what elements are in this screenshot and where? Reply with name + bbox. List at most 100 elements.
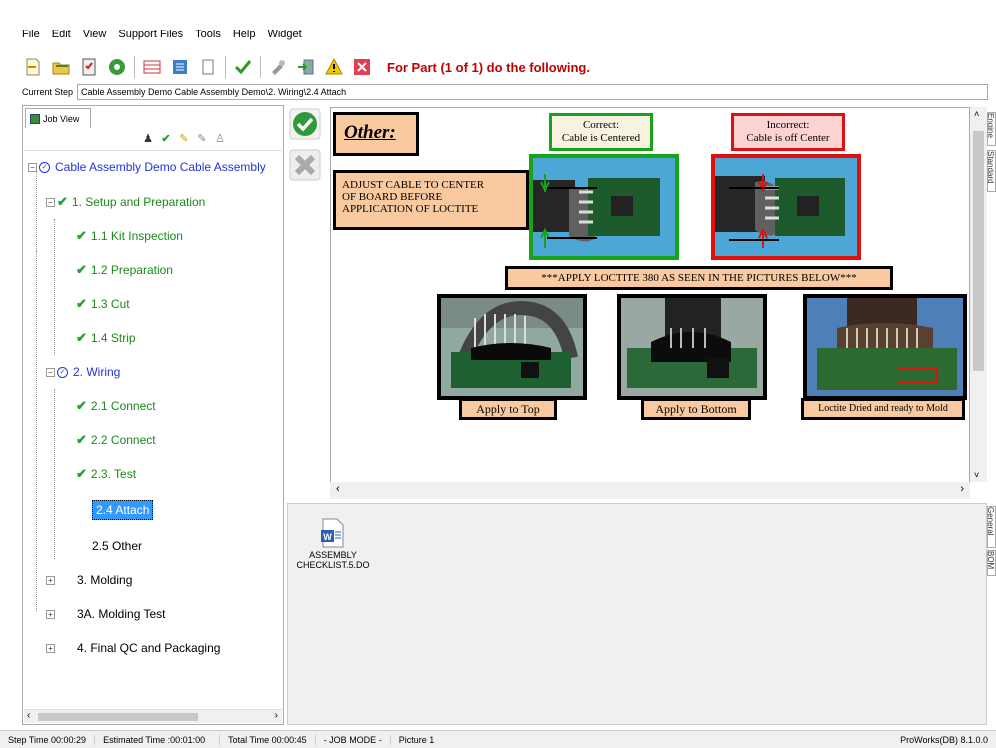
note-icon[interactable]: ✎ bbox=[177, 131, 191, 145]
tab-general[interactable]: General bbox=[987, 506, 996, 548]
part-instruction-text: For Part (1 of 1) do the following. bbox=[387, 59, 590, 75]
attachment-file[interactable]: W ASSEMBLY CHECKLIST.5.DO bbox=[288, 518, 378, 570]
error-report-icon[interactable] bbox=[351, 56, 373, 78]
tree-node-label: 2.2 Connect bbox=[90, 433, 156, 447]
user-icon[interactable]: ♟ bbox=[141, 131, 155, 145]
tree-node-setup[interactable]: − ✔ 1. Setup and Preparation bbox=[46, 191, 205, 213]
open-folder-icon[interactable] bbox=[50, 56, 72, 78]
menu-support-files[interactable]: Support Files bbox=[118, 30, 183, 50]
list-icon[interactable] bbox=[169, 56, 191, 78]
scroll-down-icon[interactable]: ˅ bbox=[974, 470, 979, 480]
svg-text:W: W bbox=[323, 532, 332, 542]
accept-step-button[interactable] bbox=[289, 108, 321, 140]
tree-node-root[interactable]: − ✓ Cable Assembly Demo Cable Assembly bbox=[28, 156, 266, 178]
check-icon[interactable]: ✔ bbox=[159, 131, 173, 145]
tree-node-test[interactable]: ✔ 2.3. Test bbox=[76, 463, 136, 485]
tree-node-connect-2[interactable]: ✔ 2.2 Connect bbox=[76, 429, 156, 451]
tree-node-wiring[interactable]: − ✓ 2. Wiring bbox=[46, 361, 120, 383]
tab-standard[interactable]: Standard bbox=[987, 150, 996, 192]
tree-node-label: 3A. Molding Test bbox=[77, 607, 166, 621]
tree-line bbox=[54, 389, 55, 559]
other-heading-box: Other: bbox=[333, 112, 419, 156]
page-icon[interactable] bbox=[197, 56, 219, 78]
scroll-left-icon[interactable]: ‹ bbox=[27, 710, 30, 721]
person-icon[interactable]: ♙ bbox=[213, 131, 227, 145]
collapse-icon[interactable]: − bbox=[46, 197, 55, 207]
attachment-name-line2: CHECKLIST.5.DO bbox=[296, 560, 370, 570]
adjust-cable-text: ADJUST CABLE TO CENTER OF BOARD BEFORE A… bbox=[342, 179, 485, 215]
settings-icon[interactable] bbox=[106, 56, 128, 78]
table-icon[interactable] bbox=[141, 56, 163, 78]
document-vertical-scrollbar[interactable]: ˄ ˅ bbox=[970, 107, 987, 482]
correct-label: Correct: Cable is Centered bbox=[561, 119, 641, 144]
menu-widget[interactable]: Widget bbox=[267, 30, 301, 50]
in-progress-icon: ✓ bbox=[57, 366, 68, 378]
toolbar: For Part (1 of 1) do the following. bbox=[22, 52, 996, 82]
job-view-icon bbox=[30, 113, 40, 124]
complete-check-icon: ✔ bbox=[76, 296, 87, 311]
tree-node-label: 2. Wiring bbox=[73, 365, 121, 379]
tree-node-kit-inspection[interactable]: ✔ 1.1 Kit Inspection bbox=[76, 225, 183, 247]
incorrect-label-box: Incorrect: Cable is off Center bbox=[731, 113, 845, 151]
checkmark-icon[interactable] bbox=[232, 56, 254, 78]
current-step-bar: Current Step Cable Assembly Demo Cable A… bbox=[22, 83, 996, 101]
scroll-right-icon[interactable]: › bbox=[960, 483, 964, 495]
export-icon[interactable] bbox=[295, 56, 317, 78]
tree-node-preparation[interactable]: ✔ 1.2 Preparation bbox=[76, 259, 173, 281]
tree-node-label: 1.2 Preparation bbox=[90, 263, 173, 277]
tree-node-strip[interactable]: ✔ 1.4 Strip bbox=[76, 327, 136, 349]
toolbar-divider bbox=[134, 56, 135, 78]
correct-label-box: Correct: Cable is Centered bbox=[549, 113, 653, 151]
menu-file[interactable]: File bbox=[22, 30, 40, 50]
loctite-dried-photo bbox=[803, 294, 967, 400]
tree-node-other[interactable]: 2.5 Other bbox=[92, 535, 142, 557]
menu-tools[interactable]: Tools bbox=[195, 30, 221, 50]
version-label: ProWorks(DB) 8.1.0.0 bbox=[900, 734, 988, 745]
tree-node-attach[interactable]: 2.4 Attach bbox=[92, 499, 154, 521]
wrench-icon[interactable]: ✎ bbox=[195, 131, 209, 145]
tools-icon[interactable] bbox=[267, 56, 289, 78]
collapse-icon[interactable]: − bbox=[28, 162, 37, 172]
tree-node-cut[interactable]: ✔ 1.3 Cut bbox=[76, 293, 130, 315]
reject-step-button[interactable] bbox=[289, 149, 321, 181]
apply-top-label-box: Apply to Top bbox=[459, 398, 557, 420]
tree-node-label: 1. Setup and Preparation bbox=[71, 195, 206, 209]
total-time: Total Time 00:00:45 bbox=[220, 734, 316, 745]
tab-engine[interactable]: Engine bbox=[987, 112, 996, 146]
word-document-icon: W bbox=[321, 518, 344, 548]
tab-bom[interactable]: BOM bbox=[987, 550, 996, 576]
expand-icon[interactable]: + bbox=[46, 609, 55, 619]
toolbar-divider bbox=[225, 56, 226, 78]
apply-bottom-photo bbox=[617, 294, 767, 400]
menu-help[interactable]: Help bbox=[233, 30, 256, 50]
scroll-up-icon[interactable]: ˄ bbox=[974, 109, 979, 119]
complete-check-icon: ✔ bbox=[76, 262, 87, 277]
new-document-icon[interactable] bbox=[22, 56, 44, 78]
menu-edit[interactable]: Edit bbox=[52, 30, 71, 50]
warning-icon[interactable] bbox=[323, 56, 345, 78]
menu-bar: File Edit View Support Files Tools Help … bbox=[22, 30, 996, 50]
menu-view[interactable]: View bbox=[83, 30, 107, 50]
checklist-icon[interactable] bbox=[78, 56, 100, 78]
tab-job-view[interactable]: Job View bbox=[25, 108, 91, 128]
document-horizontal-scrollbar[interactable]: ‹ › bbox=[330, 482, 970, 499]
tree-node-molding-test[interactable]: + 3A. Molding Test bbox=[46, 603, 166, 625]
tree-horizontal-scrollbar[interactable]: ‹ › bbox=[24, 709, 282, 723]
complete-check-icon: ✔ bbox=[76, 330, 87, 345]
app-window: File Edit View Support Files Tools Help … bbox=[0, 0, 996, 748]
current-step-path: Cable Assembly Demo Cable Assembly Demo\… bbox=[77, 84, 988, 100]
expand-icon[interactable]: + bbox=[46, 575, 55, 585]
incorrect-label: Incorrect: Cable is off Center bbox=[746, 119, 830, 144]
selected-node-label[interactable]: 2.4 Attach bbox=[92, 500, 154, 520]
attachments-panel: W ASSEMBLY CHECKLIST.5.DO bbox=[287, 503, 987, 725]
tree-node-final-qc[interactable]: + 4. Final QC and Packaging bbox=[46, 637, 220, 659]
tree-node-connect-1[interactable]: ✔ 2.1 Connect bbox=[76, 395, 156, 417]
tree-node-molding[interactable]: + 3. Molding bbox=[46, 569, 132, 591]
apply-top-photo bbox=[437, 294, 587, 400]
scroll-right-icon[interactable]: › bbox=[275, 710, 278, 721]
collapse-icon[interactable]: − bbox=[46, 367, 55, 377]
expand-icon[interactable]: + bbox=[46, 643, 55, 653]
scroll-left-icon[interactable]: ‹ bbox=[336, 483, 340, 495]
scroll-thumb[interactable] bbox=[38, 713, 198, 721]
scroll-thumb[interactable] bbox=[973, 131, 984, 371]
